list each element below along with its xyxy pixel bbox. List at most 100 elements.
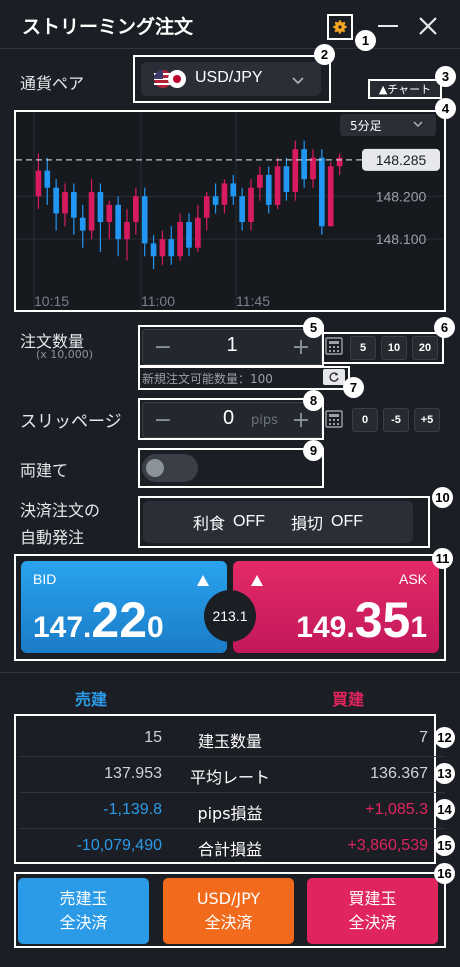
candle-body xyxy=(203,196,210,218)
buy-all-line1: 買建玉 xyxy=(348,889,397,908)
timeframe-select[interactable]: 5分足 xyxy=(340,114,436,136)
candle-body xyxy=(79,217,86,231)
spread-badge: 213.1 xyxy=(204,590,256,642)
row-label: 合計損益 xyxy=(197,840,262,859)
ask-button[interactable]: ASK 149.351 xyxy=(233,561,439,653)
candle-body xyxy=(327,166,334,227)
slippage-value: 0 xyxy=(223,407,235,429)
table-row: 137.953 平均レート 136.367 xyxy=(20,756,432,792)
minus-icon[interactable] xyxy=(378,25,398,27)
buy-value: 136.367 xyxy=(370,765,428,782)
bid-label: BID xyxy=(33,571,57,587)
candle-body xyxy=(168,239,175,257)
order-qty-stepper[interactable]: − 1 + xyxy=(142,329,322,365)
table-row: -1,139.8 pips損益 +1,085.3 xyxy=(20,792,432,828)
sell-all-line1: 売建玉 xyxy=(59,889,108,908)
bid-price-big: 22 xyxy=(91,592,148,648)
candle-body xyxy=(301,149,307,180)
take-profit-state: OFF xyxy=(233,513,265,530)
toggle-knob xyxy=(146,459,164,477)
buy-value: +1,085.3 xyxy=(365,801,428,818)
currency-pair-select[interactable]: USD/JPY xyxy=(141,62,321,96)
row-label: 建玉数量 xyxy=(197,732,262,751)
candle-body xyxy=(97,192,104,222)
callout-14: 14 xyxy=(434,799,455,820)
candle-body xyxy=(248,187,254,222)
us-jp-flag-icon xyxy=(153,69,187,89)
slippage-preset-plus5[interactable]: +5 xyxy=(414,408,440,432)
section-divider xyxy=(0,672,460,673)
ask-price-big: 35 xyxy=(354,592,411,648)
slippage-preset-minus5[interactable]: -5 xyxy=(383,408,409,432)
bid-button[interactable]: BID 147.220 xyxy=(21,561,227,653)
callout-6: 6 xyxy=(434,317,455,338)
candle-body xyxy=(71,192,77,218)
chevron-down-icon xyxy=(412,118,424,133)
hedge-toggle[interactable] xyxy=(142,454,198,482)
take-profit-label: 利食 xyxy=(192,514,225,533)
callout-10: 10 xyxy=(432,487,453,508)
x-icon[interactable] xyxy=(416,14,440,38)
buy-all-settle-button[interactable]: 買建玉 全決済 xyxy=(307,878,438,944)
slippage-preset-0[interactable]: 0 xyxy=(352,408,378,432)
candle-body xyxy=(177,222,183,257)
calculator-icon[interactable] xyxy=(324,409,344,429)
slippage-label: スリッページ xyxy=(20,412,122,432)
pair-all-settle-button[interactable]: USD/JPY 全決済 xyxy=(163,878,294,944)
buy-value: 7 xyxy=(419,729,428,746)
candle-body xyxy=(230,183,237,197)
slippage-stepper[interactable]: − 0 pips + xyxy=(142,402,322,438)
qty-preset-5[interactable]: 5 xyxy=(350,336,376,360)
sell-value: -10,079,490 xyxy=(76,837,162,854)
bid-price: 147.220 xyxy=(33,591,164,649)
slippage-unit: pips xyxy=(251,413,278,428)
candle-body xyxy=(265,174,272,205)
qty-preset-10[interactable]: 10 xyxy=(381,336,407,360)
candle-body xyxy=(88,192,95,231)
candle-body xyxy=(159,239,166,257)
timeframe-value: 5分足 xyxy=(350,119,382,133)
table-row: 15 建玉数量 7 xyxy=(20,720,432,756)
x-tick-label: 10:15 xyxy=(34,293,69,309)
x-tick-label: 11:00 xyxy=(141,293,175,309)
spread-value: 213.1 xyxy=(212,608,248,624)
refresh-icon[interactable] xyxy=(323,369,345,385)
candlestick-chart[interactable]: 148.285 148.200 148.100 10:15 11:00 11:45 xyxy=(16,112,444,310)
candle-body xyxy=(62,192,68,214)
callout-13: 13 xyxy=(434,763,455,784)
auto-settle-label-2: 自動発注 xyxy=(20,528,85,547)
x-tick-label: 11:45 xyxy=(236,293,270,309)
callout-12: 12 xyxy=(434,727,455,748)
sell-value: -1,139.8 xyxy=(103,801,162,818)
chart-toggle-button[interactable]: ▲チャート xyxy=(368,79,442,99)
sell-header: 売建 xyxy=(75,690,108,709)
sell-all-settle-button[interactable]: 売建玉 全決済 xyxy=(18,878,149,944)
callout-11: 11 xyxy=(432,548,453,569)
qty-preset-20[interactable]: 20 xyxy=(412,336,438,360)
buy-value: +3,860,539 xyxy=(347,837,428,854)
candle-body xyxy=(319,157,325,227)
gear-icon[interactable] xyxy=(327,14,353,40)
candle-body xyxy=(44,170,51,188)
table-row: -10,079,490 合計損益 +3,860,539 xyxy=(20,828,432,864)
callout-9: 9 xyxy=(303,440,324,461)
buy-header: 買建 xyxy=(332,690,365,709)
chart-background xyxy=(16,112,444,310)
currency-pair-value: USD/JPY xyxy=(195,69,263,86)
candle-body xyxy=(283,166,290,192)
y-tick-label: 148.200 xyxy=(376,188,427,204)
auto-settle-label-1: 決済注文の xyxy=(20,501,101,520)
callout-4: 4 xyxy=(435,98,456,119)
stop-loss-label: 損切 xyxy=(291,514,324,533)
auto-settle-button[interactable]: 利食 OFF 損切 OFF xyxy=(143,501,413,543)
candle-body xyxy=(310,157,316,180)
slippage-minus-button[interactable]: − xyxy=(149,403,177,437)
candle-body xyxy=(150,243,157,257)
row-label: 平均レート xyxy=(189,768,270,787)
candle-body xyxy=(274,166,281,205)
ask-price: 149.351 xyxy=(296,591,427,649)
ask-price-small: 1 xyxy=(410,611,427,644)
candle-body xyxy=(115,204,121,240)
available-qty-text: 新規注文可能数量：100 xyxy=(142,372,273,386)
currency-pair-label: 通貨ペア xyxy=(20,74,85,93)
